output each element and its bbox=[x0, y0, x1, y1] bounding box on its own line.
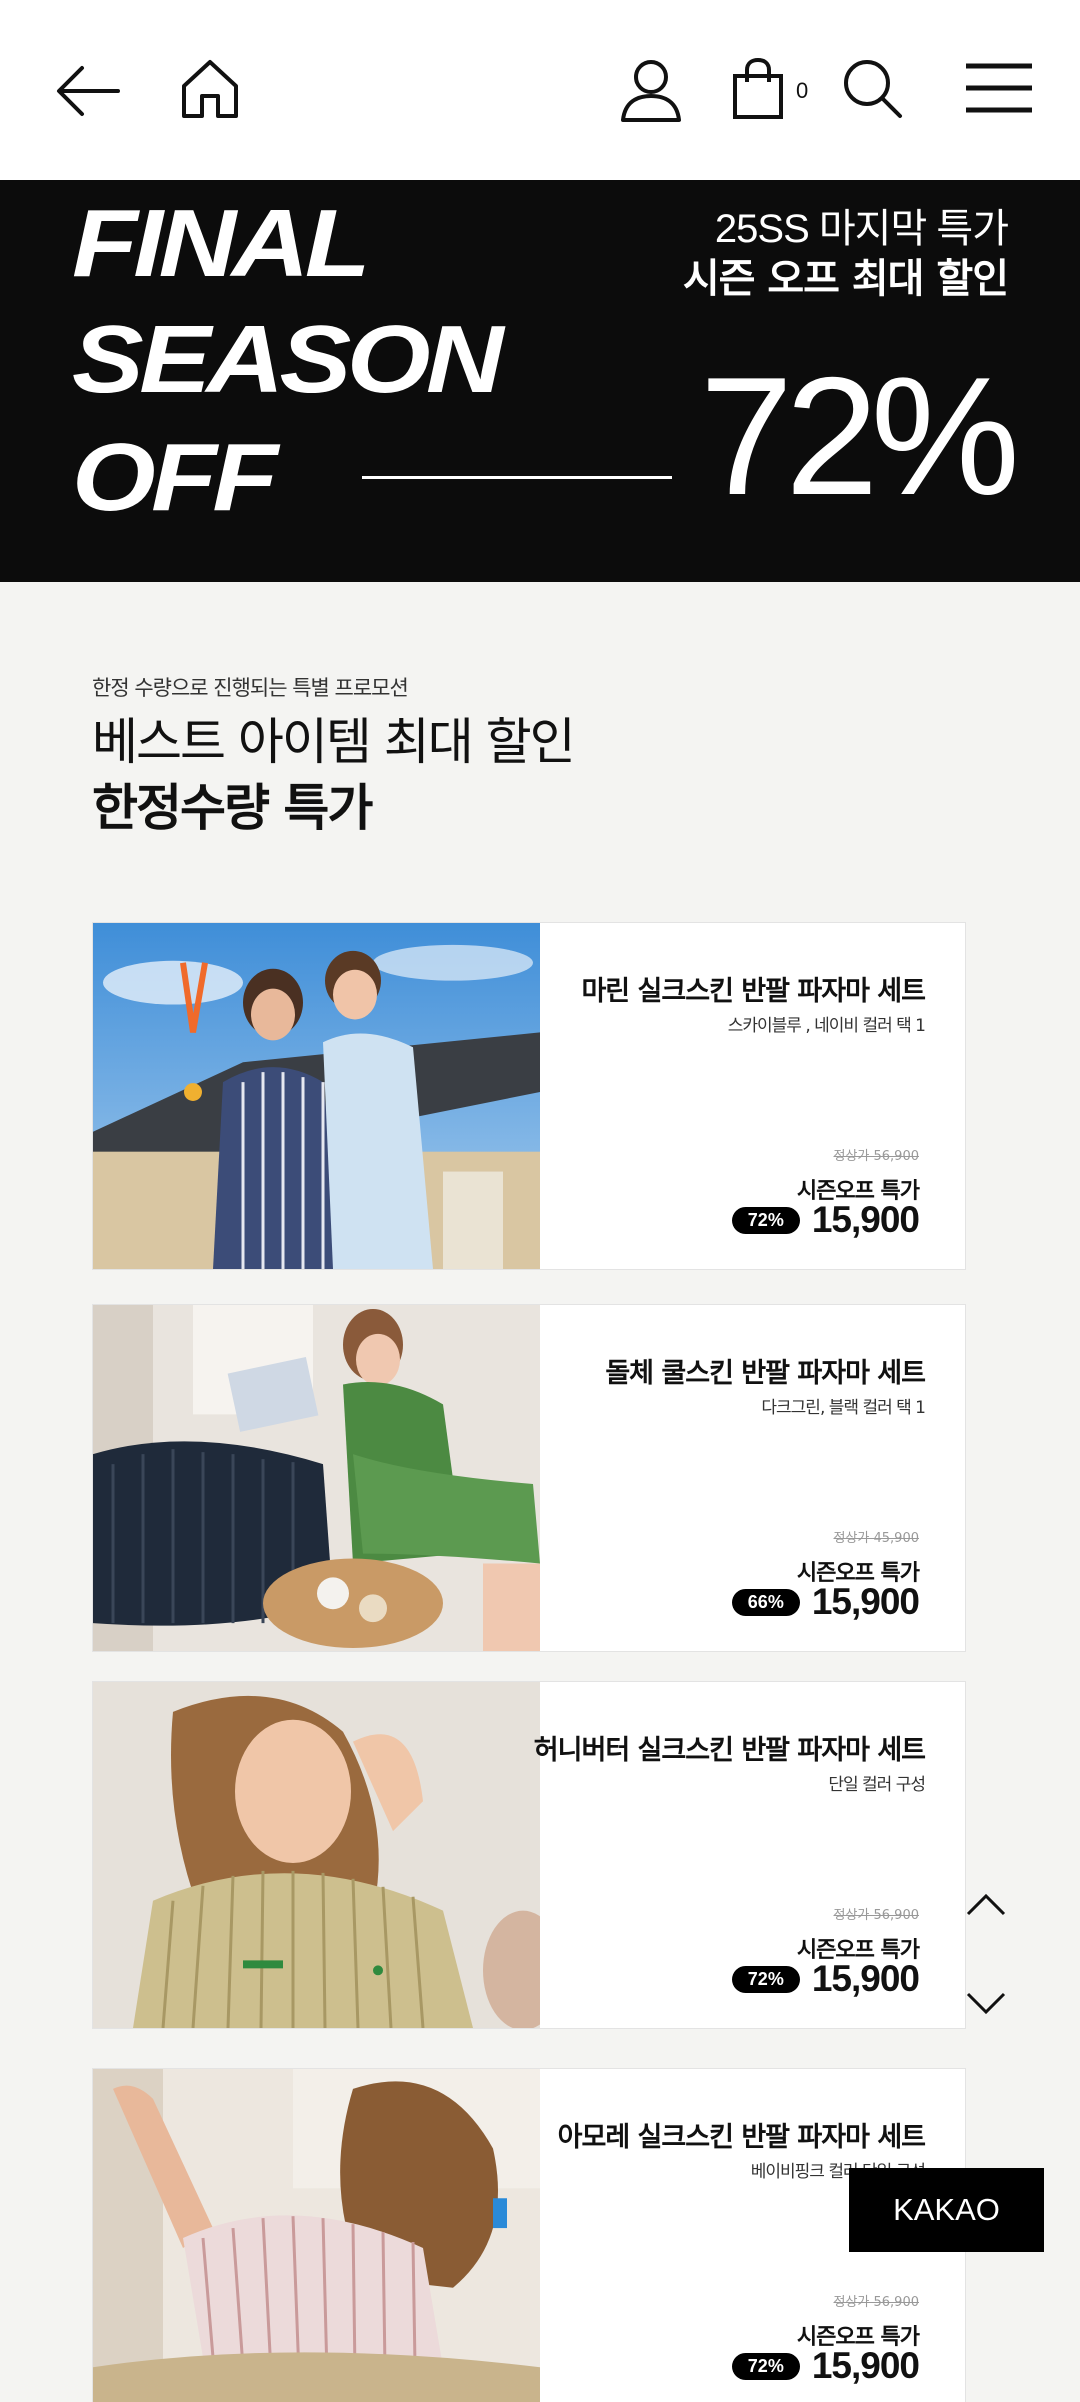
product-name[interactable]: 마린 실크스킨 반팔 파자마 세트 bbox=[581, 969, 926, 1008]
product-card[interactable]: 아모레 실크스킨 반팔 파자마 세트 베이비핑크 컬러 단일 구성 정상가 56… bbox=[92, 2068, 966, 2402]
product-card[interactable]: 돌체 쿨스킨 반팔 파자마 세트 다크그린, 블랙 컬러 택 1 정상가 45,… bbox=[92, 1304, 966, 1652]
product-image[interactable] bbox=[93, 923, 540, 1269]
top-header: 0 bbox=[0, 0, 1080, 180]
product-image[interactable] bbox=[93, 2069, 540, 2402]
shopping-bag-icon[interactable] bbox=[732, 58, 784, 120]
banner-title-line3: OFF bbox=[72, 424, 278, 531]
product-options: 다크그린, 블랙 컬러 택 1 bbox=[761, 1398, 926, 1418]
kakao-chat-button[interactable]: KAKAO bbox=[849, 2168, 1044, 2252]
sale-price: 15,900 bbox=[811, 2345, 920, 2386]
product-name[interactable]: 아모레 실크스킨 반팔 파자마 세트 bbox=[558, 2115, 926, 2154]
chevron-down-icon[interactable] bbox=[964, 1982, 1008, 2022]
discount-badge: 66% bbox=[731, 1588, 800, 1616]
season-off-banner[interactable]: FINAL SEASON OFF 25SS 마지막 특가 시즌 오프 최대 할인… bbox=[0, 180, 1080, 582]
price-row: 72% 15,900 bbox=[731, 1199, 920, 1241]
promo-caption: 한정 수량으로 진행되는 특별 프로모션 bbox=[92, 676, 409, 700]
original-price: 정상가 45,900 bbox=[833, 1531, 920, 1546]
original-price: 정상가 56,900 bbox=[833, 2295, 920, 2310]
home-icon[interactable] bbox=[178, 56, 242, 120]
promo-title-bold: 한정수량 특가 bbox=[92, 779, 373, 837]
banner-divider bbox=[362, 476, 672, 479]
product-card[interactable]: 마린 실크스킨 반팔 파자마 세트 스카이블루 , 네이비 컬러 택 1 정상가… bbox=[92, 922, 966, 1270]
price-row: 66% 15,900 bbox=[731, 1581, 920, 1623]
original-price: 정상가 56,900 bbox=[833, 1908, 920, 1923]
product-image[interactable] bbox=[93, 1305, 540, 1651]
product-image[interactable] bbox=[93, 1682, 540, 2028]
chevron-up-icon[interactable] bbox=[964, 1886, 1008, 1926]
product-name[interactable]: 돌체 쿨스킨 반팔 파자마 세트 bbox=[605, 1351, 926, 1390]
user-icon[interactable] bbox=[620, 58, 682, 122]
banner-title-line1: FINAL bbox=[72, 190, 371, 297]
search-icon[interactable] bbox=[842, 58, 904, 120]
promo-title: 베스트 아이템 최대 할인 bbox=[92, 713, 576, 771]
sale-price: 15,900 bbox=[811, 1958, 920, 1999]
product-options: 단일 컬러 구성 bbox=[828, 1775, 926, 1795]
sale-price: 15,900 bbox=[811, 1581, 920, 1622]
price-row: 72% 15,900 bbox=[731, 2345, 920, 2387]
banner-headline: 시즌 오프 최대 할인 bbox=[682, 256, 1009, 302]
original-price: 정상가 56,900 bbox=[833, 1149, 920, 1164]
menu-icon[interactable] bbox=[964, 62, 1034, 114]
back-arrow-icon[interactable] bbox=[52, 62, 122, 120]
discount-badge: 72% bbox=[731, 2352, 800, 2380]
product-card[interactable]: 허니버터 실크스킨 반팔 파자마 세트 단일 컬러 구성 정상가 56,900 … bbox=[92, 1681, 966, 2029]
discount-badge: 72% bbox=[731, 1206, 800, 1234]
sale-price: 15,900 bbox=[811, 1199, 920, 1240]
product-name[interactable]: 허니버터 실크스킨 반팔 파자마 세트 bbox=[534, 1728, 926, 1767]
banner-discount-percent: 72% bbox=[699, 342, 1020, 530]
banner-title-line2: SEASON bbox=[72, 306, 504, 413]
discount-badge: 72% bbox=[731, 1965, 800, 1993]
cart-count-badge: 0 bbox=[796, 78, 809, 103]
product-options: 스카이블루 , 네이비 컬러 택 1 bbox=[727, 1016, 926, 1036]
price-row: 72% 15,900 bbox=[731, 1958, 920, 2000]
